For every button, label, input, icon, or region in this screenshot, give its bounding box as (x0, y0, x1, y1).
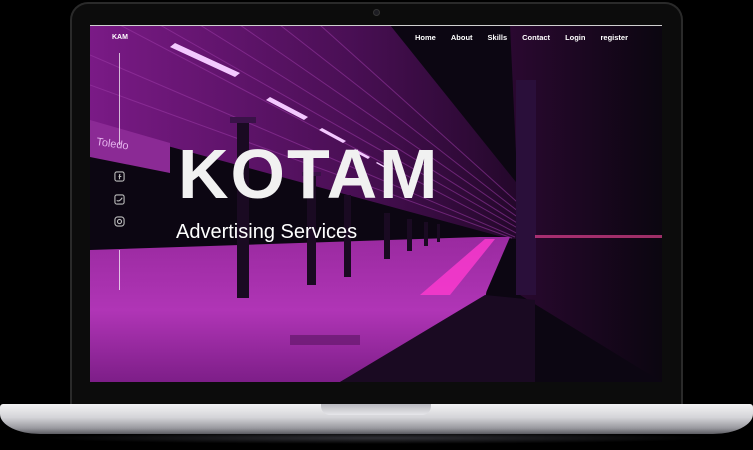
nav-skills[interactable]: Skills (488, 33, 508, 42)
station-sign: Toledo (96, 136, 130, 152)
nav-about[interactable]: About (451, 33, 473, 42)
nav-contact[interactable]: Contact (522, 33, 550, 42)
social-line-bottom (119, 250, 120, 290)
nav-login[interactable]: Login (565, 33, 585, 42)
nav-register[interactable]: register (600, 33, 628, 42)
facebook-icon[interactable] (113, 170, 125, 182)
laptop-notch (321, 404, 431, 415)
main-nav: Home About Skills Contact Login register (415, 33, 628, 42)
hero-subtitle: Advertising Services (176, 221, 358, 243)
hero-title: KOTAM (178, 135, 440, 213)
nav-home[interactable]: Home (415, 33, 436, 42)
instagram-icon[interactable] (113, 215, 125, 227)
svg-text:Toledo: Toledo (96, 136, 130, 152)
laptop-shadow (40, 432, 713, 444)
laptop-screen: KAM Home About Skills Contact Login regi… (90, 25, 662, 382)
twitter-icon[interactable] (113, 193, 125, 205)
camera-icon (373, 9, 380, 16)
